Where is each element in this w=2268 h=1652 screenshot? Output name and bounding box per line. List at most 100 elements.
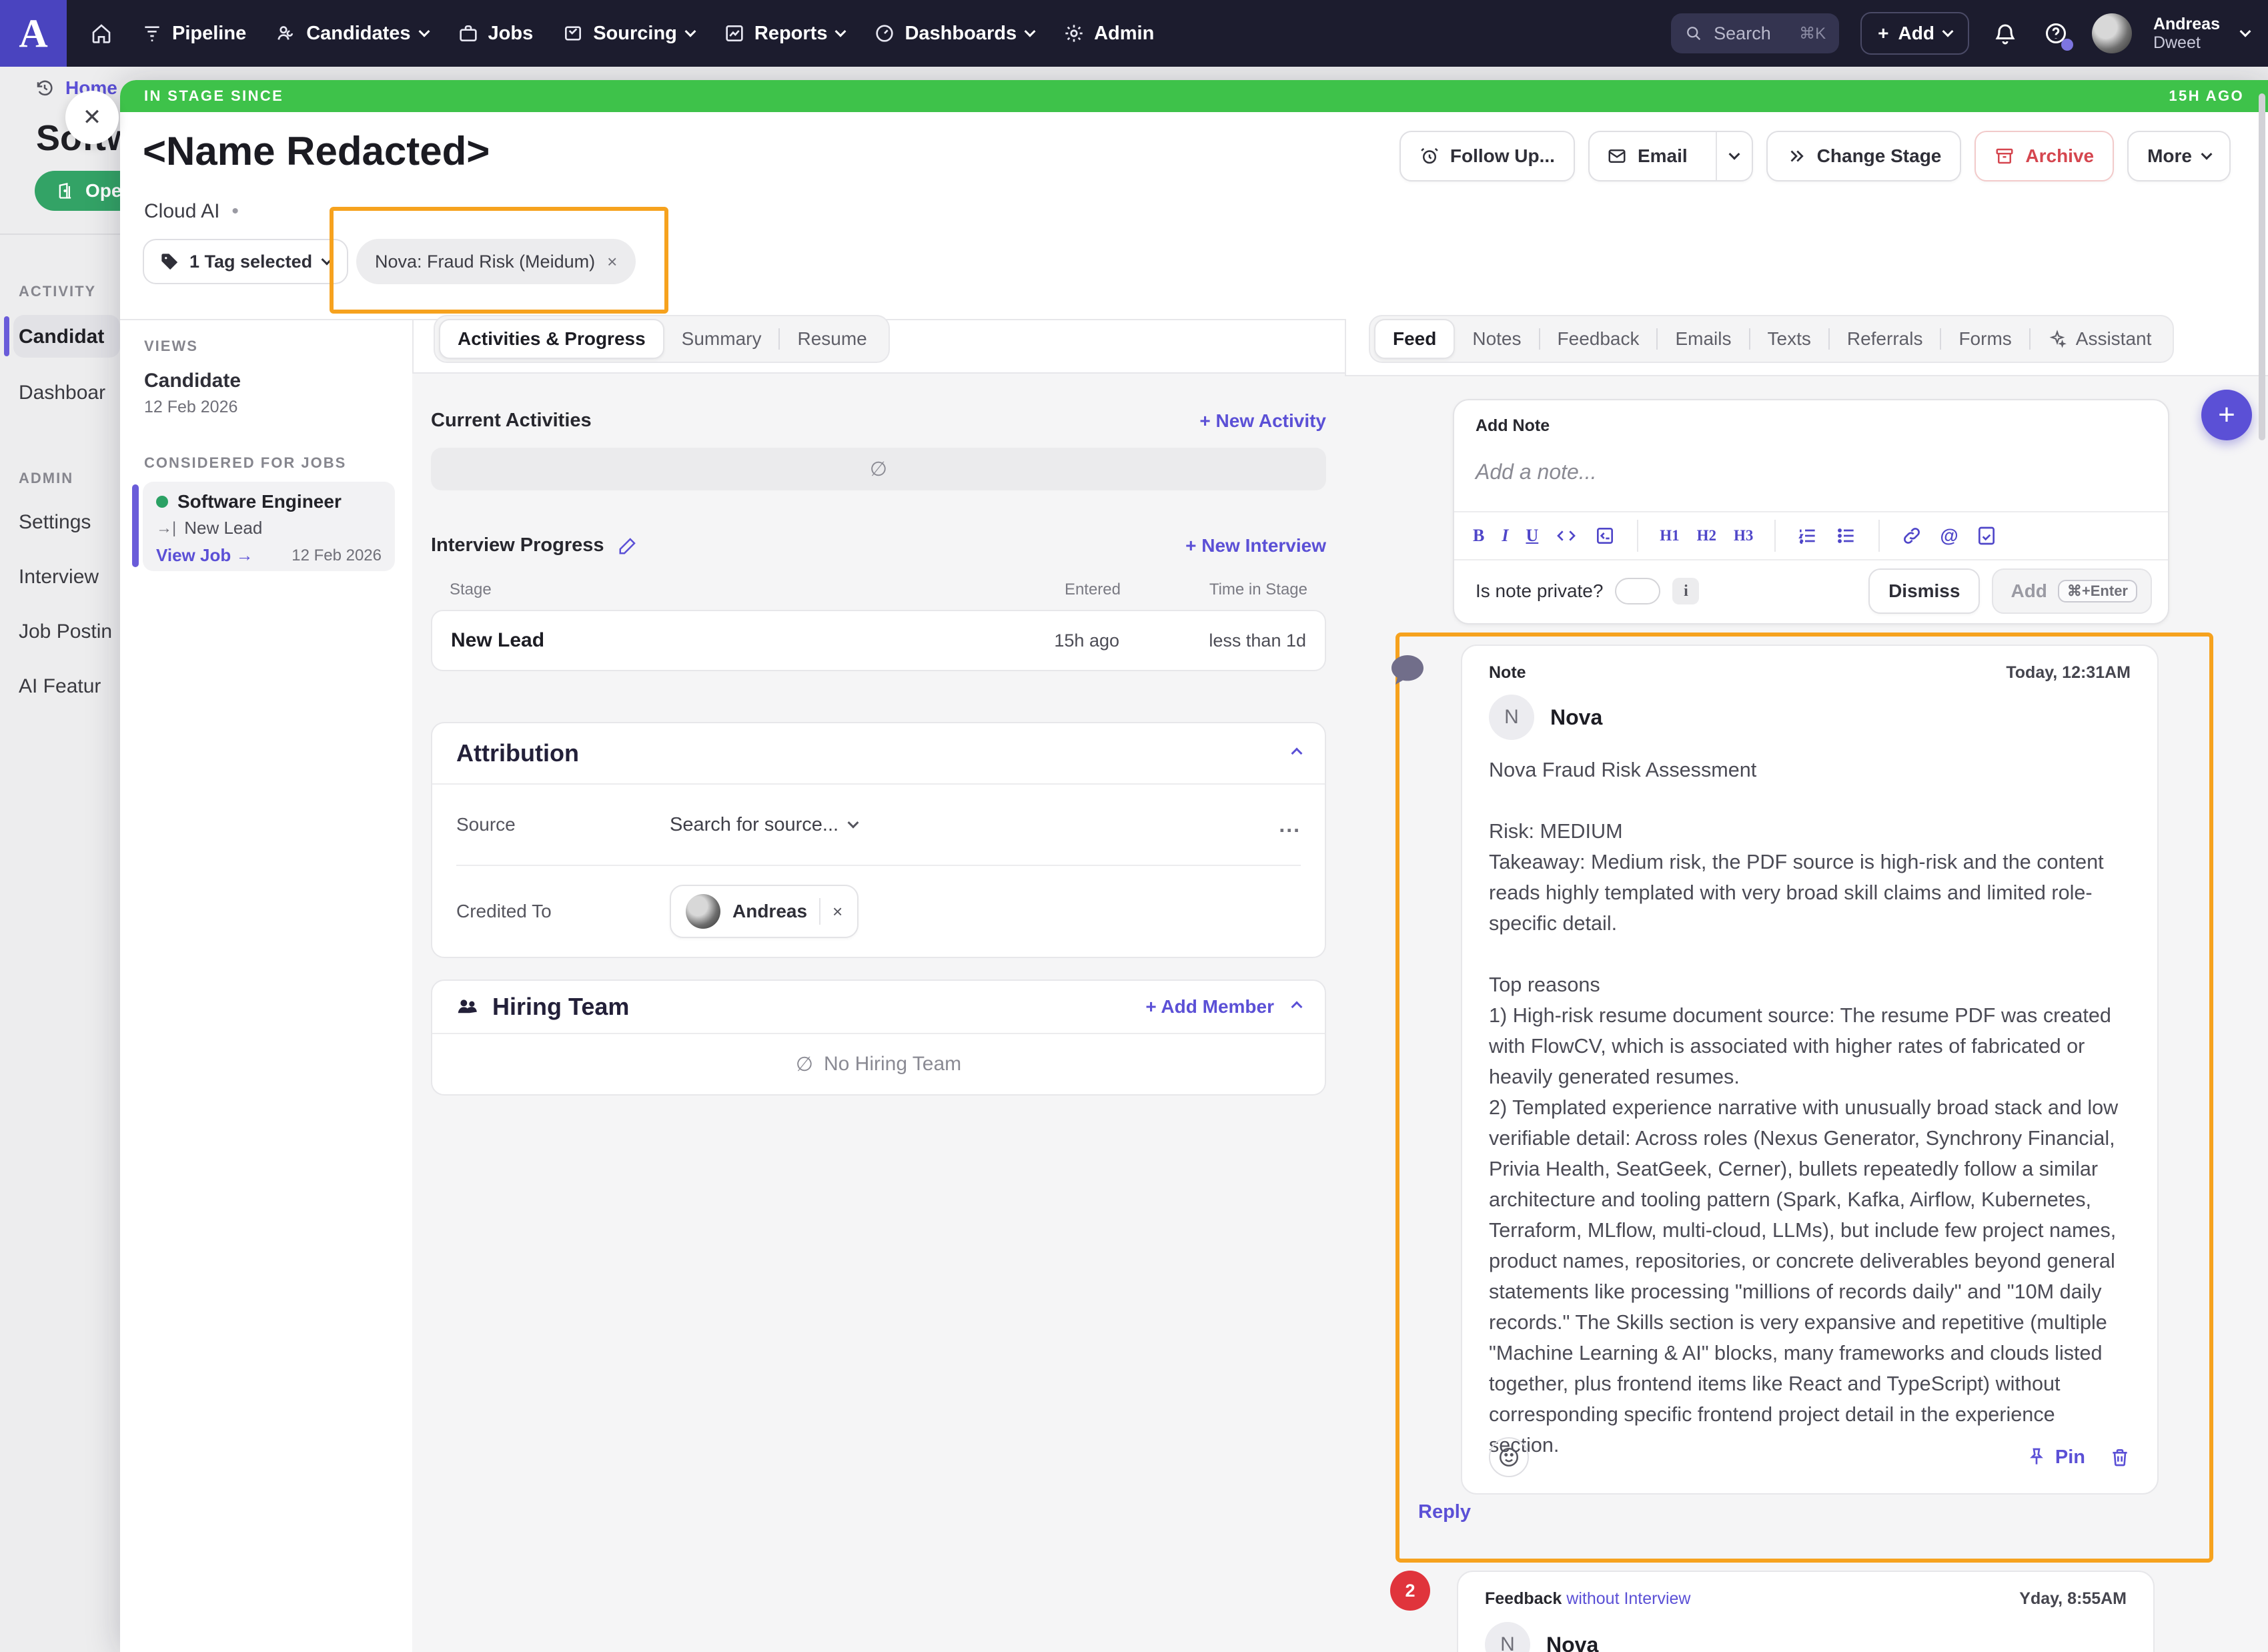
archive-button[interactable]: Archive bbox=[1974, 131, 2114, 181]
tab-feed[interactable]: Feed bbox=[1374, 319, 1455, 359]
composer-footer: Is note private? i Dismiss Add ⌘+Enter bbox=[1454, 559, 2168, 623]
nav-dashboards[interactable]: Dashboards bbox=[874, 23, 1034, 45]
pencil-icon[interactable] bbox=[618, 536, 638, 556]
source-select[interactable]: Search for source... bbox=[670, 814, 857, 836]
notifications-button[interactable] bbox=[1991, 19, 2020, 48]
nav-pipeline[interactable]: Pipeline bbox=[141, 23, 246, 45]
sidebar-item-job-postings[interactable]: Job Postin bbox=[19, 621, 112, 643]
view-job-link[interactable]: View Job → bbox=[156, 545, 253, 566]
help-button[interactable] bbox=[2041, 19, 2071, 48]
add-note-button[interactable]: Add ⌘+Enter bbox=[1992, 568, 2152, 614]
search-input[interactable]: Search ⌘K bbox=[1671, 13, 1839, 53]
sidebar-item-candidates[interactable]: Candidat bbox=[19, 326, 104, 348]
tag-remove-icon[interactable]: × bbox=[607, 252, 617, 272]
composer-title: Add Note bbox=[1454, 400, 2168, 436]
company-name[interactable]: Cloud AI bbox=[144, 200, 219, 223]
underline-button[interactable]: U bbox=[1526, 526, 1538, 546]
h2-button[interactable]: H2 bbox=[1697, 527, 1716, 544]
more-button[interactable]: More bbox=[2127, 131, 2231, 181]
new-activity-button[interactable]: + New Activity bbox=[1199, 410, 1326, 432]
nav-jobs[interactable]: Jobs bbox=[458, 23, 534, 45]
job-card[interactable]: Software Engineer →| New Lead View Job →… bbox=[143, 482, 395, 571]
note-type-label: Note bbox=[1489, 663, 1526, 683]
nav-sourcing[interactable]: Sourcing bbox=[562, 23, 694, 45]
ordered-list-button[interactable] bbox=[1797, 525, 1818, 546]
tab-assistant[interactable]: Assistant bbox=[2031, 319, 2169, 359]
follow-up-button[interactable]: Follow Up... bbox=[1399, 131, 1575, 181]
code-block-button[interactable] bbox=[1594, 525, 1616, 546]
current-activities-empty: ∅ bbox=[431, 448, 1326, 490]
add-button[interactable]: + Add bbox=[1860, 12, 1969, 55]
floating-add-button[interactable]: + bbox=[2201, 390, 2252, 440]
info-icon[interactable]: i bbox=[1672, 578, 1699, 604]
tag-selector[interactable]: 1 Tag selected bbox=[143, 239, 348, 284]
tab-texts[interactable]: Texts bbox=[1750, 319, 1828, 359]
center-content: Current Activities + New Activity ∅ Inte… bbox=[412, 372, 1345, 1652]
attachment-button[interactable] bbox=[1976, 525, 1997, 546]
h3-button[interactable]: H3 bbox=[1734, 527, 1753, 544]
bullet-list-button[interactable] bbox=[1836, 525, 1857, 546]
bold-button[interactable]: B bbox=[1473, 526, 1484, 546]
nav-right: Search ⌘K + Add Andreas Dweet bbox=[1671, 12, 2268, 55]
funnel-icon bbox=[141, 23, 163, 44]
mention-button[interactable]: @ bbox=[1940, 525, 1958, 546]
new-interview-button[interactable]: + New Interview bbox=[1185, 535, 1326, 556]
tab-forms[interactable]: Forms bbox=[1941, 319, 2029, 359]
tab-feedback[interactable]: Feedback bbox=[1540, 319, 1657, 359]
nav-home[interactable] bbox=[91, 23, 112, 44]
credited-user-pill[interactable]: Andreas × bbox=[670, 885, 859, 938]
tab-notes[interactable]: Notes bbox=[1455, 319, 1538, 359]
app-logo[interactable]: A bbox=[0, 0, 67, 67]
chart-icon bbox=[724, 23, 745, 44]
hiring-team-empty: ∅ No Hiring Team bbox=[432, 1034, 1325, 1094]
remove-credited-icon[interactable]: × bbox=[832, 901, 842, 922]
collapse-icon[interactable] bbox=[1291, 748, 1303, 759]
email-button-main[interactable]: Email bbox=[1590, 132, 1705, 180]
tab-referrals[interactable]: Referrals bbox=[1830, 319, 1940, 359]
sidebar-item-settings[interactable]: Settings bbox=[19, 511, 91, 534]
sidebar-item-interviews[interactable]: Interview bbox=[19, 566, 99, 588]
collapse-icon[interactable] bbox=[1291, 1001, 1303, 1013]
gear-icon bbox=[1063, 23, 1085, 44]
italic-button[interactable]: I bbox=[1502, 526, 1508, 546]
nav-admin[interactable]: Admin bbox=[1063, 23, 1154, 45]
sidebar-item-ai-features[interactable]: AI Featur bbox=[19, 675, 101, 698]
private-note-toggle[interactable] bbox=[1615, 578, 1660, 604]
user-name[interactable]: Andreas Dweet bbox=[2153, 15, 2220, 52]
sidebar-item-dashboards[interactable]: Dashboar bbox=[19, 382, 105, 404]
tab-resume[interactable]: Resume bbox=[780, 319, 884, 359]
view-candidate-link[interactable]: Candidate bbox=[144, 370, 412, 392]
nav-reports[interactable]: Reports bbox=[724, 23, 845, 45]
change-stage-button[interactable]: Change Stage bbox=[1766, 131, 1962, 181]
chevron-down-icon[interactable] bbox=[2240, 26, 2251, 37]
add-button-label: Add bbox=[1898, 23, 1934, 44]
scrollbar[interactable] bbox=[2259, 93, 2265, 440]
user-avatar[interactable] bbox=[2092, 13, 2132, 53]
reply-link[interactable]: Reply bbox=[1418, 1501, 1471, 1523]
pin-button[interactable]: Pin bbox=[2026, 1447, 2085, 1469]
email-dropdown[interactable] bbox=[1716, 132, 1752, 180]
add-member-button[interactable]: + Add Member bbox=[1145, 996, 1274, 1017]
nav-candidates[interactable]: Candidates bbox=[275, 23, 428, 45]
tab-emails[interactable]: Emails bbox=[1658, 319, 1748, 359]
tab-activities-progress[interactable]: Activities & Progress bbox=[439, 319, 664, 359]
help-status-dot bbox=[2061, 39, 2073, 51]
code-button[interactable] bbox=[1556, 525, 1577, 546]
close-button[interactable]: ✕ bbox=[65, 91, 119, 144]
delete-note-button[interactable] bbox=[2109, 1447, 2131, 1468]
h1-button[interactable]: H1 bbox=[1660, 527, 1679, 544]
stage-banner-time: 15H AGO bbox=[2169, 87, 2244, 105]
note-input[interactable]: Add a note... bbox=[1454, 436, 2168, 484]
tab-summary[interactable]: Summary bbox=[664, 319, 779, 359]
overflow-menu-icon[interactable]: ... bbox=[1279, 813, 1301, 837]
pin-label: Pin bbox=[2055, 1447, 2085, 1469]
table-row[interactable]: New Lead 15h ago less than 1d bbox=[431, 610, 1326, 671]
attachment-icon bbox=[1976, 525, 1997, 546]
bell-icon bbox=[1993, 21, 2017, 45]
job-stage: New Lead bbox=[184, 518, 262, 538]
link-button[interactable] bbox=[1901, 525, 1922, 546]
feedback-card[interactable]: Feedback without Interview Yday, 8:55AM … bbox=[1457, 1571, 2155, 1652]
tag-chip[interactable]: Nova: Fraud Risk (Meidum) × bbox=[356, 239, 636, 284]
dismiss-button[interactable]: Dismiss bbox=[1868, 568, 1980, 614]
emoji-reaction-button[interactable] bbox=[1489, 1437, 1529, 1477]
